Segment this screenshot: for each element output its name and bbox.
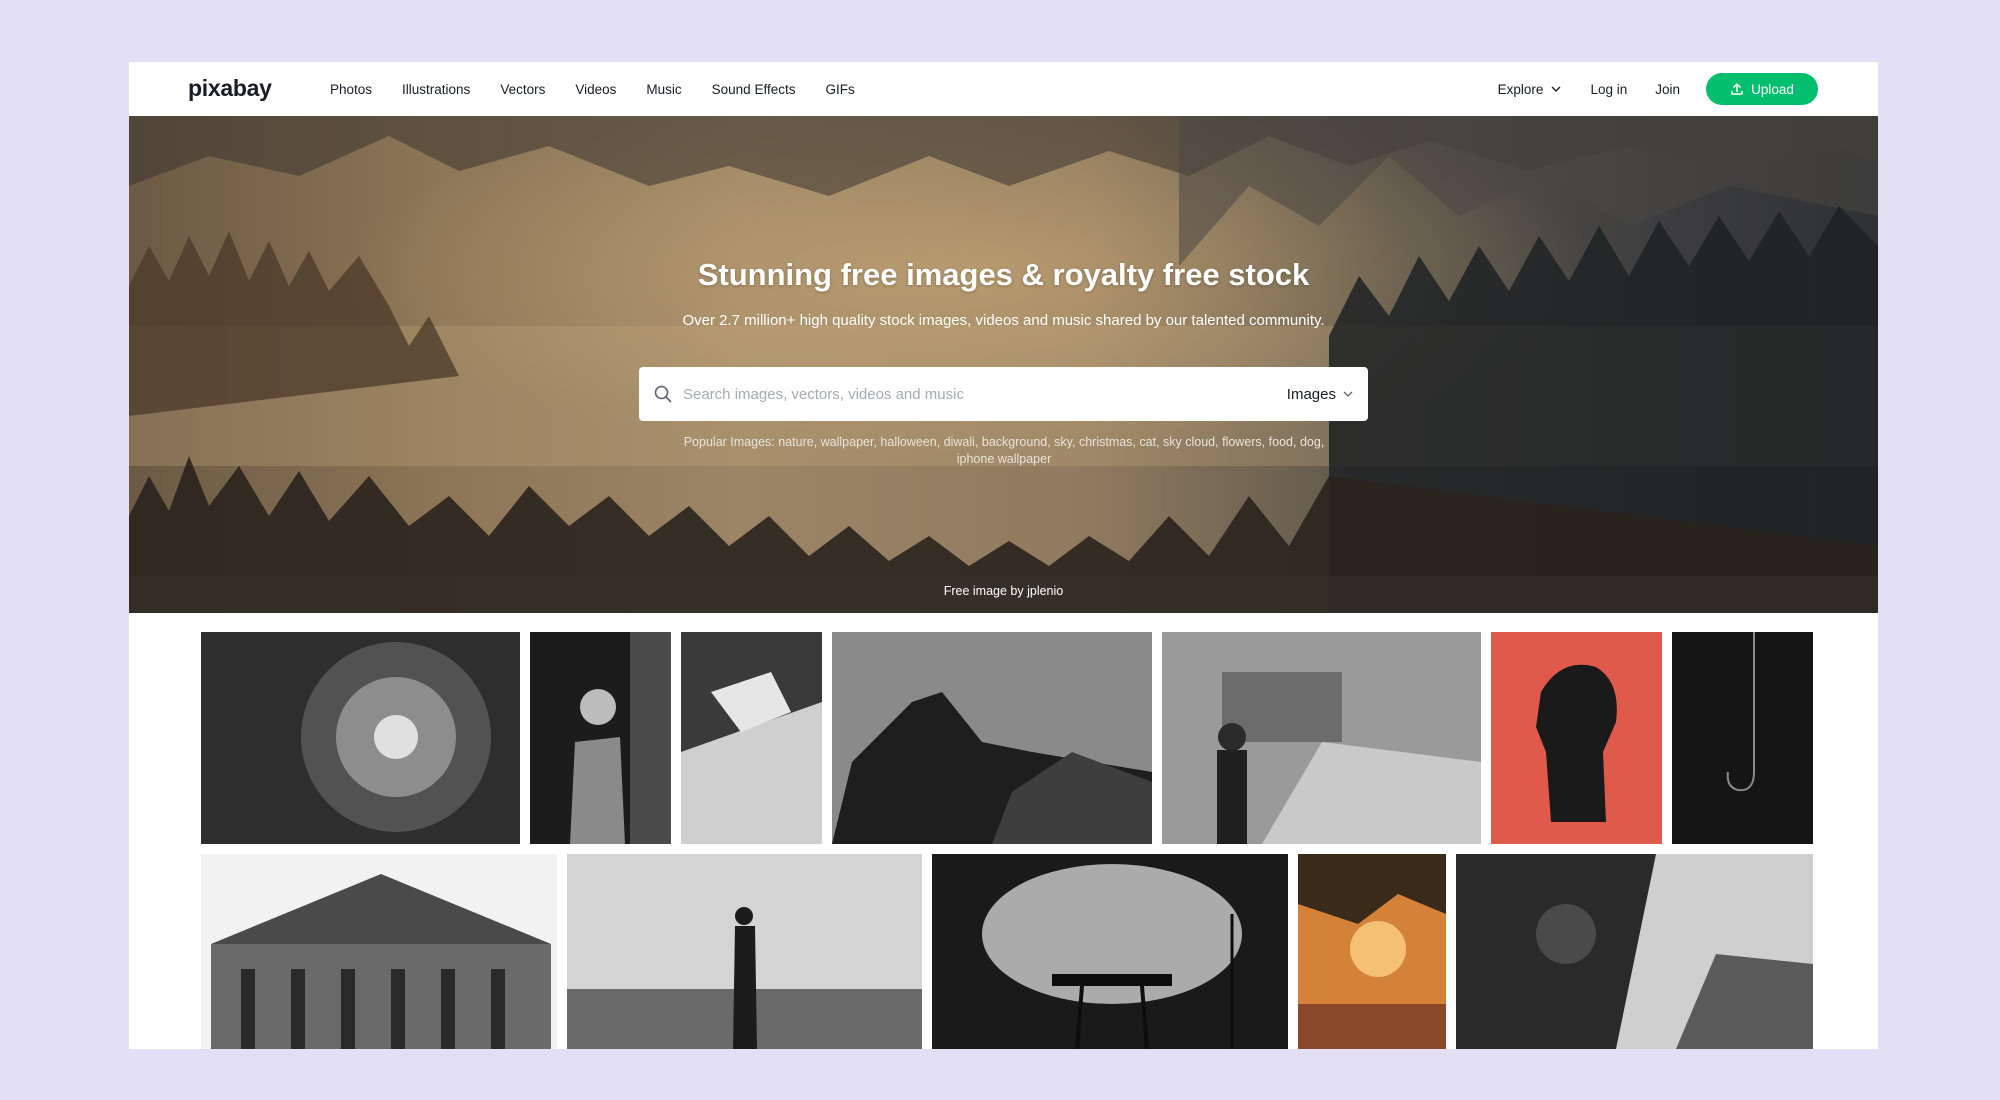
main-nav: Photos Illustrations Vectors Videos Musi… xyxy=(330,62,885,116)
nav-illustrations[interactable]: Illustrations xyxy=(402,82,470,97)
nav-gifs[interactable]: GIFs xyxy=(825,82,854,97)
nav-music[interactable]: Music xyxy=(646,82,681,97)
gallery-image-red-head[interactable] xyxy=(1491,632,1662,844)
upload-button[interactable]: Upload xyxy=(1706,73,1818,105)
search-type-label: Images xyxy=(1286,385,1336,403)
nav-videos[interactable]: Videos xyxy=(575,82,616,97)
popular-tag[interactable]: halloween xyxy=(880,435,936,449)
popular-tag[interactable]: iphone wallpaper xyxy=(957,452,1052,466)
popular-tag[interactable]: nature xyxy=(778,435,813,449)
gallery-image-mountain-coast[interactable] xyxy=(832,632,1152,844)
chevron-down-icon xyxy=(1343,391,1353,397)
popular-tag[interactable]: flowers xyxy=(1222,435,1262,449)
gallery-image-concert-stage[interactable] xyxy=(932,854,1288,1049)
forest-mountain-background xyxy=(129,116,1878,613)
popular-tag[interactable]: sky xyxy=(1054,435,1072,449)
gallery-image-sunset-lake[interactable] xyxy=(1298,854,1446,1049)
popular-tag[interactable]: cat xyxy=(1139,435,1156,449)
hero-subtitle: Over 2.7 million+ high quality stock ima… xyxy=(682,312,1325,329)
account-nav: Explore Log in Join Upload xyxy=(1498,62,1878,116)
popular-tags: Popular Images: nature, wallpaper, hallo… xyxy=(683,435,1325,466)
gallery-image-woman-doorway[interactable] xyxy=(530,632,671,844)
nav-sound-effects[interactable]: Sound Effects xyxy=(712,82,796,97)
hero-banner: Stunning free images & royalty free stoc… xyxy=(129,116,1878,613)
nav-photos[interactable]: Photos xyxy=(330,82,372,97)
popular-prefix: Popular Images: xyxy=(683,435,775,449)
popular-tag[interactable]: diwali xyxy=(944,435,975,449)
search-bar: Images xyxy=(639,367,1368,421)
gallery-image-dandelion[interactable] xyxy=(201,632,520,844)
chevron-down-icon xyxy=(1551,86,1561,92)
popular-tag[interactable]: wallpaper xyxy=(821,435,874,449)
hero-title: Stunning free images & royalty free stoc… xyxy=(697,257,1310,292)
popular-tag[interactable]: background xyxy=(982,435,1047,449)
gallery-image-piano-hands[interactable] xyxy=(681,632,822,844)
upload-label: Upload xyxy=(1751,81,1794,97)
popular-tag[interactable]: dog xyxy=(1300,435,1321,449)
pixabay-logo[interactable]: pixabay xyxy=(188,75,272,102)
login-link[interactable]: Log in xyxy=(1590,82,1627,97)
search-type-dropdown[interactable]: Images xyxy=(1287,386,1354,403)
image-credit[interactable]: Free image by jplenio xyxy=(129,584,1878,598)
popular-tag[interactable]: sky cloud xyxy=(1163,435,1215,449)
gallery-image-man-umbrella[interactable] xyxy=(1162,632,1481,844)
browser-page: pixabay Photos Illustrations Vectors Vid… xyxy=(129,62,1878,1049)
upload-icon xyxy=(1731,82,1743,95)
popular-tag[interactable]: christmas xyxy=(1079,435,1132,449)
popular-tag[interactable]: food xyxy=(1269,435,1293,449)
search-input[interactable] xyxy=(683,374,1287,414)
gallery-image-woman-sea[interactable] xyxy=(567,854,922,1049)
explore-menu[interactable]: Explore xyxy=(1498,82,1563,97)
gallery-image-child-garden[interactable] xyxy=(1456,854,1813,1049)
search-icon[interactable] xyxy=(653,384,673,404)
join-link[interactable]: Join xyxy=(1655,82,1680,97)
nav-vectors[interactable]: Vectors xyxy=(500,82,545,97)
gallery-image-pantheon[interactable] xyxy=(201,854,557,1049)
gallery-image-fishing-hook[interactable] xyxy=(1672,632,1813,844)
top-navigation-bar: pixabay Photos Illustrations Vectors Vid… xyxy=(129,62,1878,116)
explore-label: Explore xyxy=(1497,81,1544,97)
